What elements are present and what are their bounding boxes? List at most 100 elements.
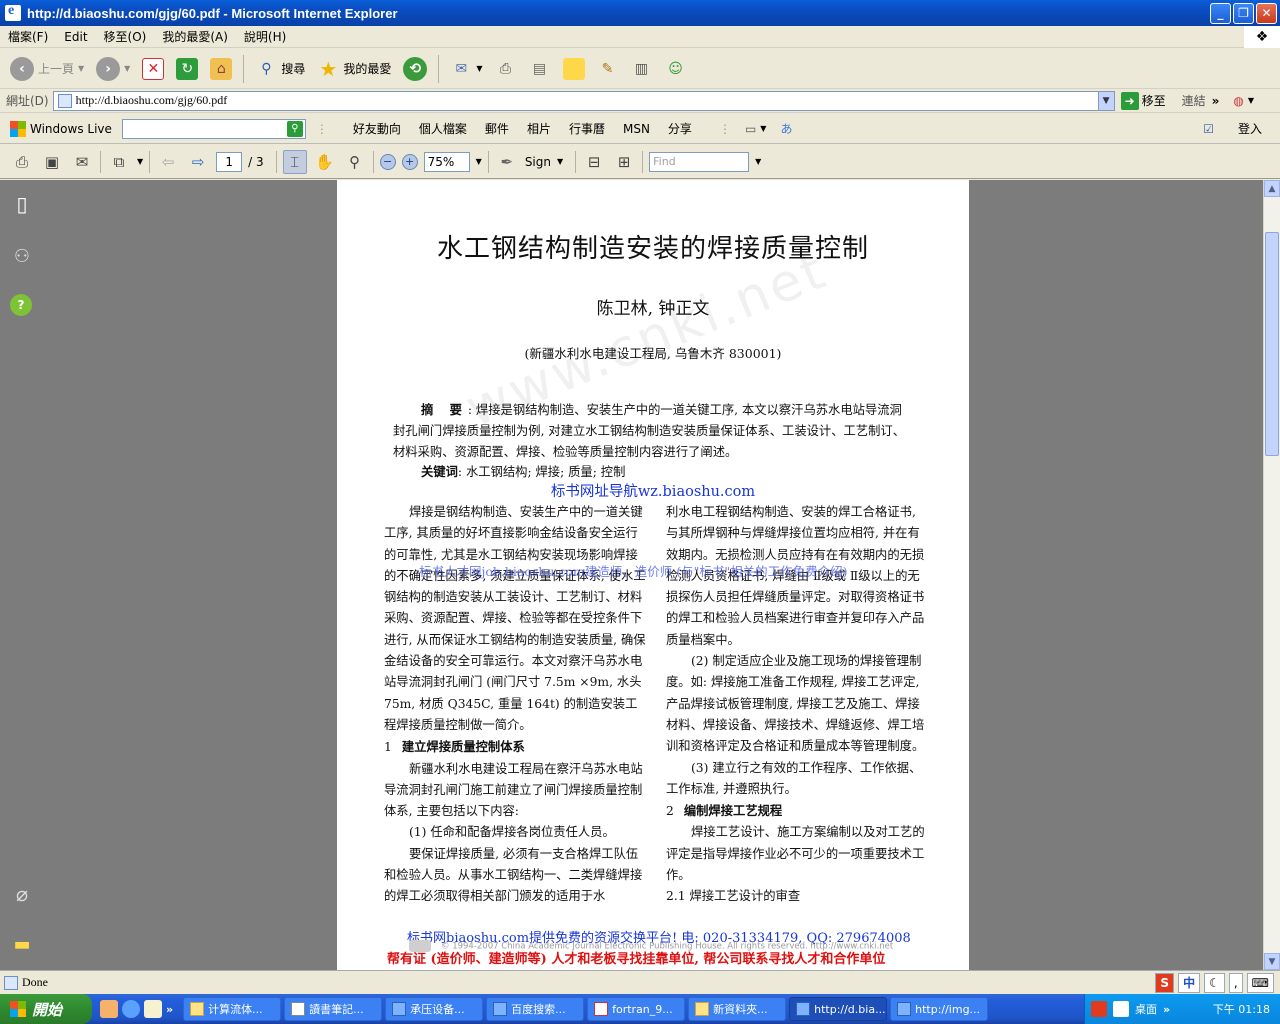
page-number-input[interactable]: 1 xyxy=(216,151,243,172)
next-page-icon[interactable]: ⇨ xyxy=(186,150,210,174)
task-button-active[interactable]: http://d.bia... xyxy=(789,997,888,1021)
previous-page-icon[interactable]: ⇦ xyxy=(156,150,180,174)
print-button[interactable]: ⎙ xyxy=(491,54,521,84)
vertical-scrollbar[interactable]: ▲ ▼ xyxy=(1263,180,1280,970)
minimize-button[interactable]: _ xyxy=(1210,2,1231,24)
fit-width-icon[interactable]: ⊟ xyxy=(582,150,606,174)
back-button[interactable]: ‹ 上一頁 ▼ xyxy=(6,54,88,84)
task-button[interactable]: http://img... xyxy=(890,997,989,1021)
task-button[interactable]: fortran_9... xyxy=(587,997,686,1021)
pages-icon[interactable]: ▯ xyxy=(10,192,34,216)
chevron-down-icon[interactable]: ▼ xyxy=(1248,96,1254,105)
email-icon[interactable]: ✉ xyxy=(70,150,94,174)
ad-nav-link[interactable]: 标书网址导航wz.biaoshu.com xyxy=(337,480,969,501)
checklist-icon[interactable]: ☑ xyxy=(1203,122,1214,136)
live-link-friends[interactable]: 好友動向 xyxy=(344,120,410,137)
hand-tool-icon[interactable]: ✋ xyxy=(313,150,337,174)
discuss-button[interactable] xyxy=(559,54,589,84)
ie-quicklaunch-icon[interactable] xyxy=(122,1000,140,1018)
task-button[interactable]: 讀書筆記... xyxy=(284,997,383,1021)
address-url[interactable]: http://d.biaoshu.com/gjg/60.pdf xyxy=(76,93,1098,108)
overlay-ad[interactable]: 标书人才网job.biaoshu.com建造师、造价师 (与"标书"相关的工作免… xyxy=(419,561,847,580)
sogou-icon[interactable] xyxy=(1091,1001,1107,1017)
find-input[interactable]: Find xyxy=(649,151,750,172)
chevron-down-icon[interactable]: ▼ xyxy=(760,124,766,133)
live-link-mail[interactable]: 郵件 xyxy=(476,120,518,137)
zoom-tool-icon[interactable]: ⚲ xyxy=(343,150,367,174)
close-button[interactable]: ✕ xyxy=(1256,2,1277,24)
zoom-in-icon[interactable]: + xyxy=(401,153,418,170)
bookmarks-icon[interactable]: ⚇ xyxy=(10,244,34,268)
task-button[interactable]: 承压设备... xyxy=(385,997,484,1021)
ime-language-button[interactable]: 中 xyxy=(1178,972,1201,993)
save-icon[interactable]: ▣ xyxy=(40,150,64,174)
print-icon[interactable]: ⎙ xyxy=(10,150,34,174)
address-input[interactable]: http://d.biaoshu.com/gjg/60.pdf ▼ xyxy=(52,90,1115,111)
outlook-quicklaunch-icon[interactable] xyxy=(144,1000,162,1018)
address-dropdown-button[interactable]: ▼ xyxy=(1097,91,1114,110)
refresh-button[interactable]: ↻ xyxy=(172,54,202,84)
zoom-out-icon[interactable]: − xyxy=(379,153,396,170)
windows-live-brand[interactable]: Windows Live xyxy=(0,120,112,137)
menu-file[interactable]: 檔案(F) xyxy=(0,28,56,45)
translate-icon[interactable]: あ xyxy=(780,120,792,137)
favorites-button[interactable]: ★ 我的最愛 xyxy=(313,54,395,84)
comments-icon[interactable]: ▬ xyxy=(10,932,34,956)
scroll-up-icon[interactable]: ▲ xyxy=(1264,180,1280,197)
live-link-profile[interactable]: 個人檔案 xyxy=(410,120,476,137)
chevron-down-icon[interactable]: ▼ xyxy=(137,157,143,166)
help-icon[interactable]: ? xyxy=(10,294,32,316)
ime-s-button[interactable]: S xyxy=(1155,972,1175,993)
window-icon[interactable]: ▭ xyxy=(745,122,756,136)
maximize-button[interactable]: ❐ xyxy=(1233,2,1254,24)
chevron-down-icon[interactable]: ▼ xyxy=(755,157,761,166)
forward-button[interactable]: › ▼ xyxy=(92,54,134,84)
ime-keyboard-icon[interactable]: ⌨ xyxy=(1246,972,1274,993)
task-button[interactable]: 百度搜索... xyxy=(486,997,585,1021)
ime-moon-icon[interactable]: ☾ xyxy=(1204,972,1225,993)
ime-punctuation-icon[interactable]: , xyxy=(1228,972,1243,993)
edit-button[interactable]: ▤ xyxy=(525,54,555,84)
tools-button[interactable]: ▥ xyxy=(627,54,657,84)
pen-icon[interactable]: ✒ xyxy=(495,150,519,174)
search-icon[interactable]: ⚲ xyxy=(286,120,303,137)
share-icon[interactable]: ⧉ xyxy=(107,150,131,174)
chevron-down-icon[interactable]: ▼ xyxy=(476,157,482,166)
live-search-input[interactable]: ⚲ xyxy=(121,118,306,139)
help-tray-icon[interactable] xyxy=(1113,1001,1129,1017)
history-button[interactable]: ⟲ xyxy=(399,54,431,84)
menu-edit[interactable]: Edit xyxy=(56,30,95,44)
stop-button[interactable]: ✕ xyxy=(138,54,168,84)
search-button[interactable]: ⚲ 搜尋 xyxy=(251,54,309,84)
quicklaunch-app-icon[interactable] xyxy=(100,1000,118,1018)
research-button[interactable]: ✎ xyxy=(593,54,623,84)
live-link-calendar[interactable]: 行事曆 xyxy=(560,120,614,137)
sign-in-button[interactable]: 登入 xyxy=(1238,120,1262,137)
menu-favorites[interactable]: 我的最愛(A) xyxy=(154,28,236,45)
chevron-down-icon[interactable]: ▼ xyxy=(557,157,563,166)
messenger-button[interactable]: ☺ xyxy=(661,54,691,84)
attachment-icon[interactable]: ⌀ xyxy=(10,882,34,906)
scroll-thumb[interactable] xyxy=(1265,232,1279,456)
go-button[interactable]: ➜ 移至 xyxy=(1120,91,1166,110)
chevron-right-icon[interactable]: » xyxy=(1212,94,1220,108)
chevron-right-icon[interactable]: » xyxy=(1163,1003,1170,1016)
chevron-right-icon[interactable]: » xyxy=(166,1003,173,1016)
live-link-share[interactable]: 分享 xyxy=(659,120,701,137)
scroll-down-icon[interactable]: ▼ xyxy=(1264,953,1280,970)
tray-desktop-label[interactable]: 桌面 xyxy=(1135,1001,1157,1017)
footer-ad-red[interactable]: 帮有证 (造价师、建造师等) 人才和老板寻找挂靠单位, 帮公司联系寻找人才和合作… xyxy=(387,948,885,967)
mail-button[interactable]: ✉ ▼ xyxy=(446,54,486,84)
menu-go[interactable]: 移至(O) xyxy=(96,28,155,45)
start-button[interactable]: 開始 xyxy=(0,994,92,1024)
select-tool-icon[interactable]: ⌶ xyxy=(282,149,307,174)
task-button[interactable]: 新資料夾... xyxy=(688,997,787,1021)
zoom-level-input[interactable]: 75% xyxy=(423,151,470,172)
menu-help[interactable]: 說明(H) xyxy=(236,28,294,45)
links-button[interactable]: 連結 xyxy=(1182,92,1206,109)
home-button[interactable]: ⌂ xyxy=(206,54,236,84)
live-link-photos[interactable]: 相片 xyxy=(518,120,560,137)
fit-page-icon[interactable]: ⊞ xyxy=(612,150,636,174)
live-link-msn[interactable]: MSN xyxy=(614,122,659,136)
toolbar-extension-icon[interactable]: ◍ xyxy=(1233,94,1243,108)
